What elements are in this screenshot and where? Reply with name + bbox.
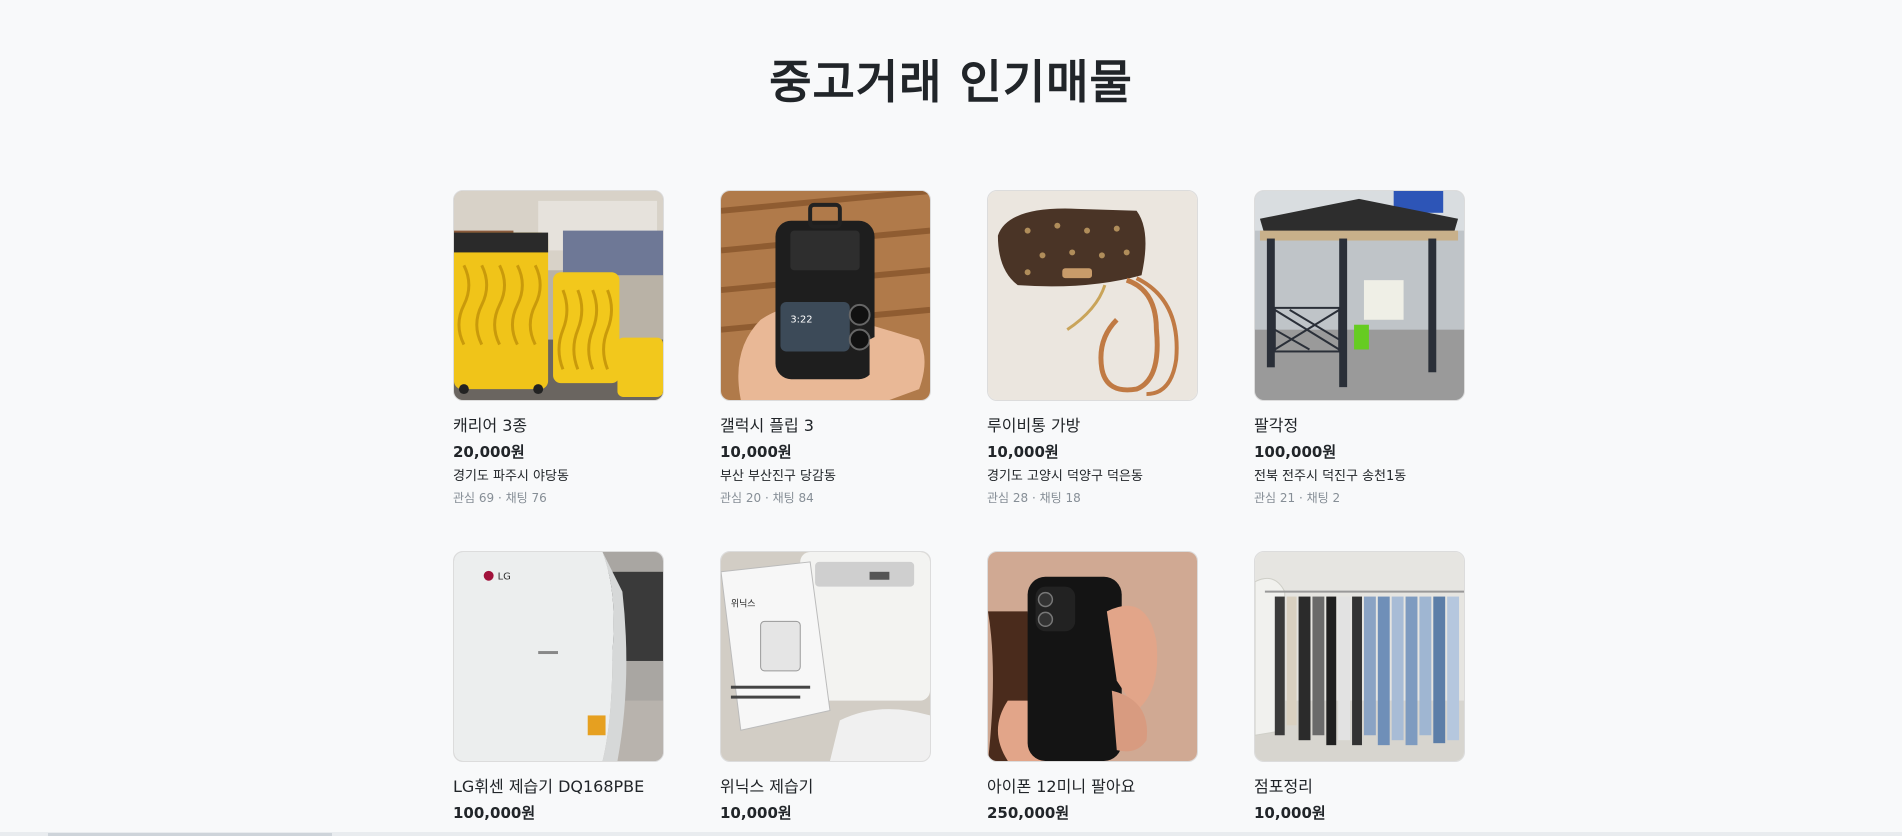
product-card[interactable]: LG LG휘센 제습기 DQ168PBE 100,000원 [453, 551, 664, 829]
clothes-rack-photo-icon [1254, 551, 1465, 762]
pavilion-photo-icon [1254, 190, 1465, 401]
product-price: 100,000원 [1254, 443, 1337, 461]
product-card[interactable]: 점포정리 10,000원 [1254, 551, 1465, 829]
product-region: 경기도 고양시 덕양구 덕은동 [987, 469, 1143, 484]
product-title: LG휘센 제습기 DQ168PBE [453, 777, 645, 796]
product-price: 10,000원 [720, 443, 792, 461]
product-card[interactable]: 루이비통 가방 10,000원 경기도 고양시 덕양구 덕은동 관심 28 · … [987, 190, 1198, 507]
product-counts: 관심 28 · 채팅 18 [987, 491, 1081, 505]
product-counts: 관심 20 · 채팅 84 [720, 491, 814, 505]
product-card[interactable]: 캐리어 3종 20,000원 경기도 파주시 야당동 관심 69 · 채팅 76 [453, 190, 664, 507]
product-title: 갤럭시 플립 3 [720, 416, 814, 435]
dehumidifier-photo-icon: LG [453, 551, 664, 762]
product-title: 아이폰 12미니 팔아요 [987, 777, 1136, 796]
product-title: 점포정리 [1254, 777, 1313, 796]
iphone-photo-icon [987, 551, 1198, 762]
dehumidifier-box-photo-icon: 위닉스 [720, 551, 931, 762]
product-card[interactable]: 3:22 갤럭시 플립 3 10,000원 부산 부산진구 당감동 관심 20 … [720, 190, 931, 507]
product-price: 10,000원 [987, 443, 1059, 461]
phone-photo-icon: 3:22 [720, 190, 931, 401]
product-title: 캐리어 3종 [453, 416, 528, 435]
product-price: 250,000원 [987, 804, 1070, 822]
product-price: 10,000원 [1254, 804, 1326, 822]
suitcase-photo-icon [453, 190, 664, 401]
product-title: 팔각정 [1254, 416, 1299, 435]
product-price: 20,000원 [453, 443, 525, 461]
product-title: 위닉스 제습기 [720, 777, 814, 796]
product-price: 100,000원 [453, 804, 536, 822]
product-card[interactable]: 아이폰 12미니 팔아요 250,000원 [987, 551, 1198, 829]
product-region: 전북 전주시 덕진구 송천1동 [1254, 469, 1407, 484]
product-card[interactable]: 팔각정 100,000원 전북 전주시 덕진구 송천1동 관심 21 · 채팅 … [1254, 190, 1465, 507]
product-price: 10,000원 [720, 804, 792, 822]
svg-text:LG: LG [498, 572, 511, 583]
product-title: 루이비통 가방 [987, 416, 1081, 435]
product-region: 부산 부산진구 당감동 [720, 469, 836, 484]
product-counts: 관심 21 · 채팅 2 [1254, 491, 1341, 505]
page-title: 중고거래 인기매물 [769, 55, 1133, 109]
product-region: 경기도 파주시 야당동 [453, 469, 569, 484]
horizontal-scrollbar[interactable] [0, 832, 1902, 836]
svg-text:3:22: 3:22 [790, 315, 812, 326]
product-grid: 캐리어 3종 20,000원 경기도 파주시 야당동 관심 69 · 채팅 76… [453, 190, 1465, 829]
bag-photo-icon [987, 190, 1198, 401]
product-card[interactable]: 위닉스 위닉스 제습기 10,000원 [720, 551, 931, 829]
product-counts: 관심 69 · 채팅 76 [453, 491, 547, 505]
svg-text:위닉스: 위닉스 [731, 598, 756, 609]
